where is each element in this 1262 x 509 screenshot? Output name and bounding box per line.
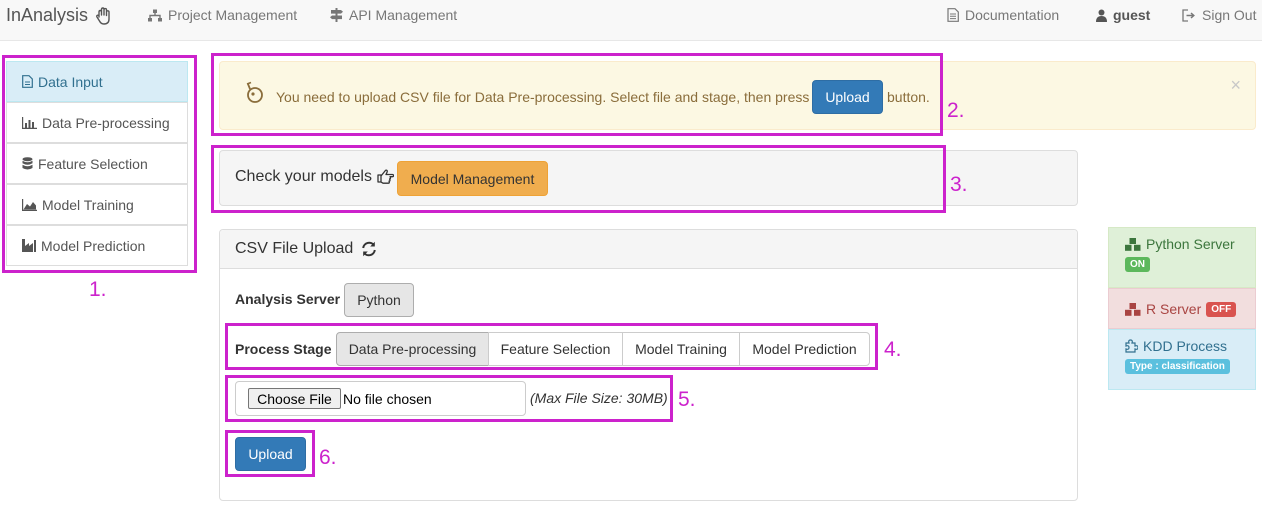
annotation-number-3: 3. (950, 173, 968, 196)
annotation-number-4: 4. (884, 338, 902, 361)
nav-api-management-label: API Management (349, 7, 458, 23)
nav-documentation[interactable]: Documentation (947, 7, 1059, 23)
annotation-number-5: 5. (678, 388, 696, 411)
file-text-icon (947, 8, 959, 22)
sidebar-item-label: Data Pre-processing (42, 114, 170, 131)
nav-documentation-label: Documentation (965, 7, 1060, 23)
annotation-number-2: 2. (947, 99, 965, 122)
kdd-type-badge: Type : classification (1125, 359, 1230, 374)
upload-alert: You need to upload CSV file for Data Pre… (219, 61, 1256, 130)
csv-upload-title: CSV File Upload (235, 240, 354, 257)
refresh-icon[interactable] (361, 241, 377, 257)
signpost-icon (330, 8, 343, 22)
stage-model-training[interactable]: Model Training (622, 332, 740, 366)
kdd-process-status: KDD Process Type : classification (1108, 329, 1256, 390)
nav-api-management[interactable]: API Management (330, 7, 457, 23)
cubes-icon (1125, 237, 1141, 251)
r-server-status: R Server OFF (1108, 288, 1256, 329)
r-server-label: R Server (1146, 301, 1202, 317)
puzzle-icon (1125, 339, 1138, 353)
nav-user-label: guest (1113, 7, 1151, 23)
models-panel-text: Check your models (235, 168, 372, 185)
file-icon (22, 75, 33, 88)
close-icon[interactable]: × (1230, 76, 1241, 94)
stage-feature-selection[interactable]: Feature Selection (488, 332, 623, 366)
hand-paper-icon (95, 6, 115, 25)
no-file-chosen-text: No file chosen (343, 391, 432, 407)
sidebar-item-label: Model Training (42, 196, 134, 213)
analysis-server-python-button[interactable]: Python (344, 283, 414, 317)
sitemap-icon (148, 9, 162, 22)
navbar: InAnalysis Project Management API Manage… (0, 0, 1262, 41)
analysis-server-label: Analysis Server (235, 291, 341, 307)
alert-upload-button[interactable]: Upload (812, 80, 883, 114)
csv-upload-panel-heading: CSV File Upload (220, 230, 1077, 269)
nav-user[interactable]: guest (1096, 7, 1150, 23)
bar-chart-icon (22, 116, 37, 129)
r-server-row: R Server OFF (1125, 301, 1245, 317)
python-server-label: Python Server (1146, 236, 1235, 252)
nav-sign-out[interactable]: Sign Out (1182, 7, 1256, 23)
industry-icon (22, 239, 36, 252)
choose-file-button[interactable]: Choose File (248, 388, 341, 409)
file-input[interactable]: Choose File No file chosen (235, 381, 526, 416)
alert-message-suffix: button. (887, 89, 930, 105)
model-management-button[interactable]: Model Management (397, 161, 548, 196)
stage-model-prediction[interactable]: Model Prediction (739, 332, 870, 366)
user-icon (1096, 9, 1107, 22)
sidebar-item-label: Feature Selection (38, 155, 148, 172)
sidebar-item-data-preprocessing[interactable]: Data Pre-processing (6, 102, 188, 143)
kdd-process-row: KDD Process (1125, 338, 1245, 354)
database-icon (22, 156, 33, 171)
brand-label: InAnalysis (6, 5, 89, 25)
nav-project-management[interactable]: Project Management (148, 7, 297, 23)
annotation-number-1: 1. (89, 278, 107, 301)
sidebar-item-label: Data Input (38, 73, 103, 90)
brand[interactable]: InAnalysis (6, 5, 115, 26)
cubes-icon (1125, 302, 1141, 316)
sidebar-item-model-prediction[interactable]: Model Prediction (6, 225, 188, 266)
lightbulb-icon (245, 81, 265, 105)
sidebar-item-data-input[interactable]: Data Input (6, 61, 188, 102)
area-chart-icon (22, 198, 37, 211)
hand-point-right-icon (377, 168, 394, 184)
sidebar-item-label: Model Prediction (41, 237, 146, 254)
sign-out-icon (1182, 8, 1196, 22)
upload-button[interactable]: Upload (235, 437, 306, 471)
nav-sign-out-label: Sign Out (1202, 7, 1257, 23)
stage-data-preprocessing[interactable]: Data Pre-processing (336, 332, 489, 366)
python-server-status: Python Server ON (1108, 227, 1256, 288)
sidebar-item-model-training[interactable]: Model Training (6, 184, 188, 225)
max-file-size-hint: (Max File Size: 30MB) (530, 390, 668, 406)
process-stage-group: Data Pre-processing Feature Selection Mo… (336, 332, 870, 366)
python-server-row: Python Server (1125, 236, 1245, 252)
alert-message: You need to upload CSV file for Data Pre… (276, 89, 810, 105)
annotation-number-6: 6. (319, 446, 337, 469)
process-stage-label: Process Stage (235, 341, 332, 357)
sidebar-item-feature-selection[interactable]: Feature Selection (6, 143, 188, 184)
python-server-on-badge: ON (1125, 257, 1150, 272)
r-server-off-badge: OFF (1206, 301, 1237, 317)
nav-project-management-label: Project Management (168, 7, 298, 23)
kdd-process-label: KDD Process (1143, 338, 1228, 354)
